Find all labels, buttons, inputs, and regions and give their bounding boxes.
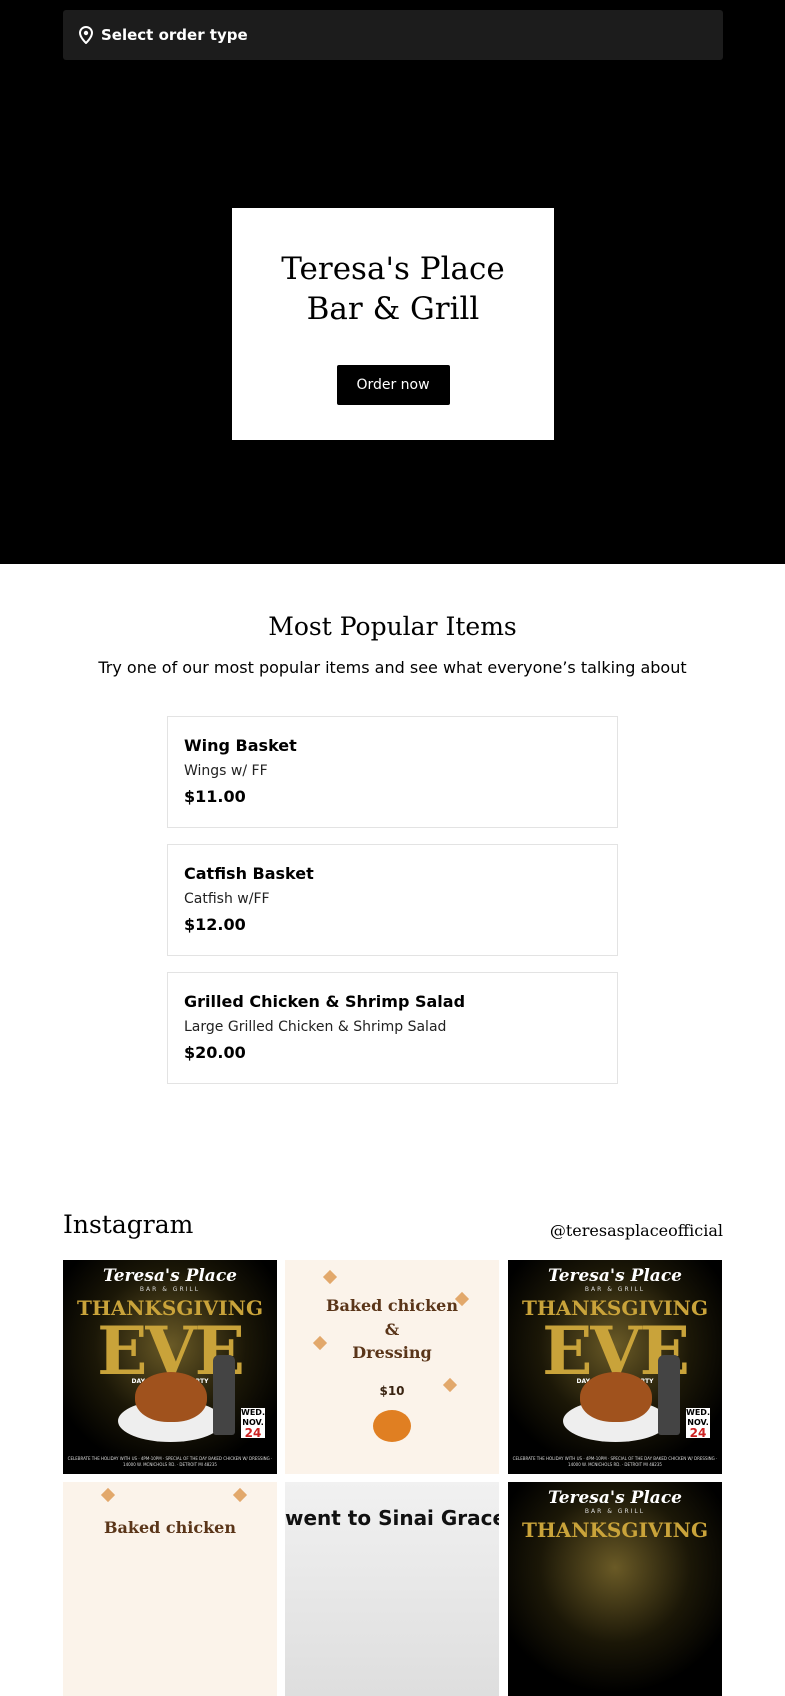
instagram-post[interactable]: went to Sinai Grace [285,1482,499,1696]
post-headline: went to Sinai Grace [285,1506,499,1530]
location-pin-icon [79,26,93,44]
post-brand: Teresa's Place [548,1488,682,1508]
pumpkin-graphic [373,1410,411,1442]
hero-section: Select order type Teresa's Place Bar & G… [0,0,785,564]
instagram-title: Instagram [63,1210,194,1239]
turkey-graphic [135,1372,207,1422]
post-date-badge: WED. NOV. 24 [241,1408,265,1440]
post-line: & [384,1320,400,1339]
restaurant-name-line1: Teresa's Place [281,251,505,287]
post-line: Baked chicken [325,1296,458,1315]
instagram-post[interactable]: Baked chicken & Dressing $10 [285,1260,499,1474]
post-brand-sub: BAR & GRILL [584,1286,646,1293]
popular-heading: Most Popular Items [268,612,517,641]
post-brand-sub: BAR & GRILL [584,1508,646,1515]
post-date-day: WED. NOV. [686,1408,710,1427]
restaurant-name-line2: Bar & Grill [306,291,480,327]
menu-item-description: Wings w/ FF [184,763,268,779]
menu-item-name: Catfish Basket [184,864,314,883]
order-now-button[interactable]: Order now [336,365,450,405]
post-date-num: 24 [689,1426,707,1440]
bottle-graphic [213,1355,235,1435]
menu-item-description: Catfish w/FF [184,891,270,907]
popular-items-section: Most Popular Items Try one of our most p… [0,564,785,680]
popular-subheading: Try one of our most popular items and se… [98,658,687,677]
menu-item-price: $12.00 [184,915,246,934]
popular-items-list: Wing Basket Wings w/ FF $11.00 Catfish B… [167,716,618,1100]
post-date-day: WED. NOV. [241,1408,265,1427]
post-date-badge: WED. NOV. 24 [686,1408,710,1440]
menu-item-price: $20.00 [184,1043,246,1062]
menu-item-name: Grilled Chicken & Shrimp Salad [184,992,466,1011]
menu-item-card[interactable]: Grilled Chicken & Shrimp Salad Large Gri… [167,972,618,1084]
post-price: $10 [379,1384,405,1398]
menu-item-description: Large Grilled Chicken & Shrimp Salad [184,1019,447,1035]
order-type-label: Select order type [101,26,248,44]
instagram-post[interactable]: Teresa's Place BAR & GRILL THANKSGIVING [508,1482,722,1696]
post-line: Dressing [352,1343,432,1362]
post-brand: Teresa's Place [103,1266,237,1286]
instagram-post[interactable]: Baked chicken [63,1482,277,1696]
post-footer: CELEBRATE THE HOLIDAY WITH US · 4PM-10PM… [67,1456,273,1467]
order-type-selector[interactable]: Select order type [63,10,723,60]
post-headline: THANKSGIVING [521,1518,709,1542]
post-line: Baked chicken [103,1518,236,1537]
instagram-post[interactable]: Teresa's Place BAR & GRILL THANKSGIVING … [508,1260,722,1474]
leaf-graphic [232,1487,248,1503]
instagram-post[interactable]: Teresa's Place BAR & GRILL THANKSGIVING … [63,1260,277,1474]
menu-item-card[interactable]: Wing Basket Wings w/ FF $11.00 [167,716,618,828]
leaf-graphic [100,1487,116,1503]
bottle-graphic [658,1355,680,1435]
post-date-num: 24 [244,1426,262,1440]
post-footer: CELEBRATE THE HOLIDAY WITH US · 4PM-10PM… [512,1456,718,1467]
menu-item-card[interactable]: Catfish Basket Catfish w/FF $12.00 [167,844,618,956]
instagram-header: Instagram @teresasplaceofficial [63,1210,723,1246]
hero-card: Teresa's Place Bar & Grill Order now [232,208,554,440]
menu-item-price: $11.00 [184,787,246,806]
restaurant-name: Teresa's Place Bar & Grill [232,249,554,329]
turkey-graphic [580,1372,652,1422]
leaf-graphic [322,1269,338,1285]
post-brand-sub: BAR & GRILL [139,1286,201,1293]
post-brand: Teresa's Place [548,1266,682,1286]
instagram-handle-link[interactable]: @teresasplaceofficial [550,1221,723,1240]
menu-item-name: Wing Basket [184,736,297,755]
